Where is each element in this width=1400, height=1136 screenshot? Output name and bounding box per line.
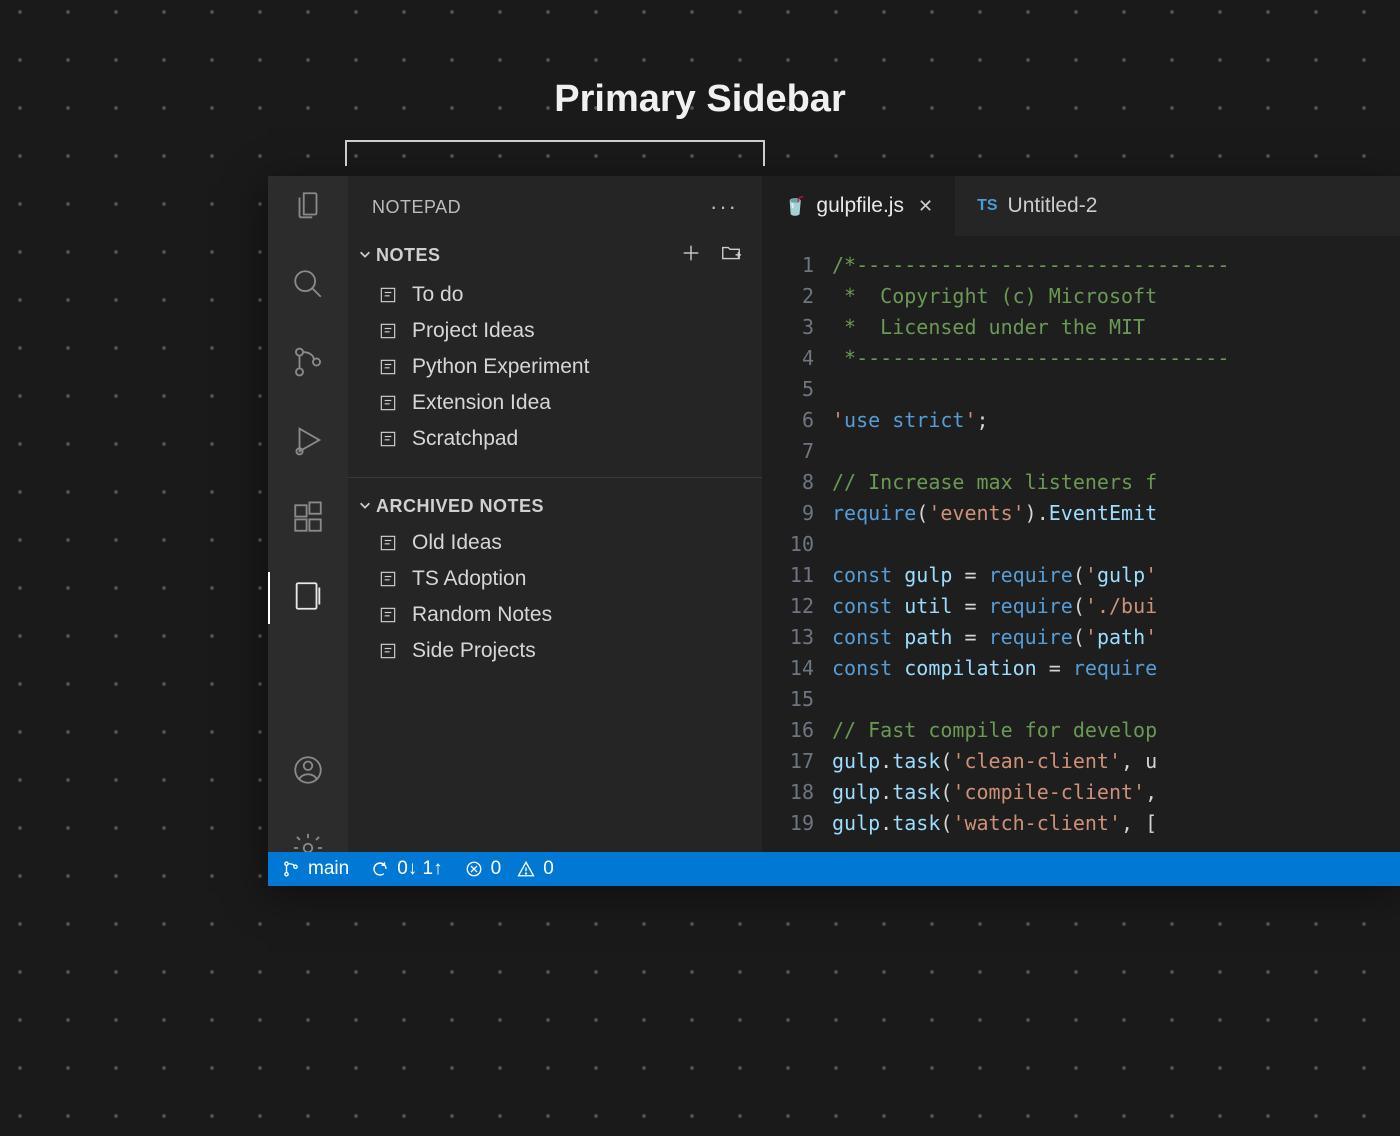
note-item[interactable]: To do: [348, 277, 762, 313]
new-folder-icon[interactable]: [720, 242, 742, 269]
note-label: Side Projects: [412, 639, 536, 663]
tab-gulpfile[interactable]: 🥤 gulpfile.js ✕: [762, 176, 955, 236]
section-title: NOTES: [376, 245, 441, 266]
ts-file-icon: TS: [977, 197, 997, 215]
activity-bar: [268, 176, 348, 882]
line-gutter: 12345678910111213141516171819: [762, 236, 832, 882]
note-label: Old Ideas: [412, 531, 502, 555]
panel-title: NOTEPAD: [372, 197, 461, 218]
chevron-down-icon: [358, 496, 376, 517]
tab-untitled[interactable]: TS Untitled-2: [955, 176, 1119, 236]
note-item[interactable]: Project Ideas: [348, 313, 762, 349]
divider: [348, 477, 762, 478]
notes-list: To do Project Ideas Python Experiment Ex…: [348, 275, 762, 471]
status-bar: main 0↓ 1↑ 0 0: [268, 852, 1400, 886]
note-label: To do: [412, 283, 463, 307]
archived-list: Old Ideas TS Adoption Random Notes Side …: [348, 523, 762, 683]
section-notes-header[interactable]: NOTES: [348, 230, 762, 275]
page-title: Primary Sidebar: [0, 78, 1400, 121]
note-label: Random Notes: [412, 603, 552, 627]
close-icon[interactable]: ✕: [918, 196, 933, 217]
primary-sidebar: NOTEPAD ··· NOTES To do Project Ideas Py…: [348, 176, 762, 882]
note-label: Project Ideas: [412, 319, 535, 343]
note-item[interactable]: TS Adoption: [348, 561, 762, 597]
note-item[interactable]: Random Notes: [348, 597, 762, 633]
explorer-icon[interactable]: [290, 188, 326, 224]
branch-name: main: [308, 858, 349, 880]
sync-indicator[interactable]: 0↓ 1↑: [371, 858, 442, 880]
note-item[interactable]: Scratchpad: [348, 421, 762, 457]
note-item[interactable]: Extension Idea: [348, 385, 762, 421]
sync-count: 0↓ 1↑: [397, 858, 442, 880]
extensions-icon[interactable]: [290, 500, 326, 536]
source-control-icon[interactable]: [290, 344, 326, 380]
errors-indicator[interactable]: 0 0: [465, 858, 554, 880]
note-item[interactable]: Side Projects: [348, 633, 762, 669]
notepad-icon[interactable]: [290, 578, 326, 614]
warning-count: 0: [543, 858, 554, 880]
note-item[interactable]: Python Experiment: [348, 349, 762, 385]
error-count: 0: [491, 858, 502, 880]
run-debug-icon[interactable]: [290, 422, 326, 458]
section-title: ARCHIVED NOTES: [376, 496, 544, 517]
tab-label: gulpfile.js: [816, 194, 904, 218]
search-icon[interactable]: [290, 266, 326, 302]
note-label: TS Adoption: [412, 567, 526, 591]
bracket-annotation: [345, 140, 765, 166]
note-label: Extension Idea: [412, 391, 551, 415]
note-item[interactable]: Old Ideas: [348, 525, 762, 561]
note-label: Python Experiment: [412, 355, 589, 379]
chevron-down-icon: [358, 245, 376, 266]
editor-tabs: 🥤 gulpfile.js ✕ TS Untitled-2: [762, 176, 1400, 236]
panel-more-icon[interactable]: ···: [710, 194, 738, 220]
editor-area: 🥤 gulpfile.js ✕ TS Untitled-2 1234567891…: [762, 176, 1400, 882]
section-archived-header[interactable]: ARCHIVED NOTES: [348, 484, 762, 523]
new-note-icon[interactable]: [680, 242, 702, 269]
accounts-icon[interactable]: [290, 752, 326, 788]
vscode-window: NOTEPAD ··· NOTES To do Project Ideas Py…: [268, 176, 1400, 882]
tab-label: Untitled-2: [1008, 194, 1098, 218]
gulp-file-icon: 🥤: [784, 196, 806, 217]
branch-indicator[interactable]: main: [282, 858, 349, 880]
note-label: Scratchpad: [412, 427, 518, 451]
code-lines: /*------------------------------- * Copy…: [832, 236, 1229, 882]
code-editor[interactable]: 12345678910111213141516171819 /*--------…: [762, 236, 1400, 882]
